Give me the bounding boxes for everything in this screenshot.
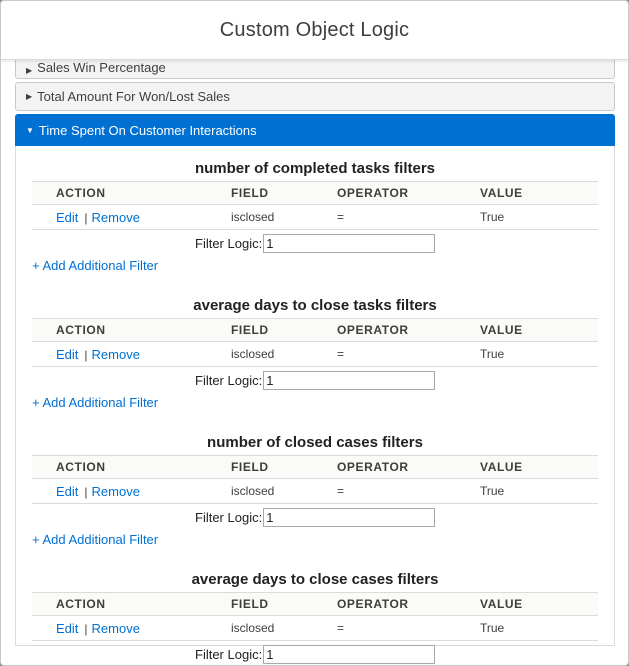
filter-logic-label: Filter Logic: <box>195 509 263 525</box>
action-separator: | <box>84 621 88 636</box>
filter-block: average days to close cases filters ACTI… <box>32 571 598 665</box>
table-row: Edit | Remove isclosed = True <box>32 204 598 230</box>
filter-logic-label: Filter Logic: <box>195 235 263 251</box>
add-additional-filter-link[interactable]: + Add Additional Filter <box>32 258 598 273</box>
edit-link[interactable]: Edit <box>56 210 78 225</box>
custom-object-logic-modal: Custom Object Logic ▶ Sales Win Percenta… <box>0 0 629 666</box>
table-header-row: ACTION FIELD OPERATOR VALUE <box>32 318 598 342</box>
filter-logic-input[interactable] <box>263 233 436 253</box>
action-separator: | <box>84 484 88 499</box>
operator-cell: = <box>337 341 480 367</box>
action-cell: Edit | Remove <box>32 204 231 230</box>
table-row: Edit | Remove isclosed = True <box>32 341 598 367</box>
caret-right-icon: ▶ <box>26 66 33 75</box>
filter-logic-input[interactable] <box>263 370 436 390</box>
filter-block: number of completed tasks filters ACTION… <box>32 160 598 273</box>
filter-title: number of closed cases filters <box>207 434 423 451</box>
field-cell: isclosed <box>231 615 337 641</box>
filter-table: ACTION FIELD OPERATOR VALUE Edit | Remove … <box>32 181 598 230</box>
operator-cell: = <box>337 204 480 230</box>
column-header-operator: OPERATOR <box>337 592 480 616</box>
add-additional-filter-link[interactable]: + Add Additional Filter <box>32 395 598 410</box>
filter-table: ACTION FIELD OPERATOR VALUE Edit | Remove … <box>32 318 598 367</box>
column-header-action: ACTION <box>32 181 231 205</box>
section-label: Sales Win Percentage <box>37 60 166 75</box>
filter-logic-row: Filter Logic: <box>32 643 598 665</box>
section-time-spent-customer-interactions[interactable]: ▼ Time Spent On Customer Interactions <box>15 114 615 146</box>
filter-logic-row: Filter Logic: <box>32 232 598 254</box>
field-cell: isclosed <box>231 478 337 504</box>
column-header-field: FIELD <box>231 592 337 616</box>
add-additional-filter-link[interactable]: + Add Additional Filter <box>32 532 598 547</box>
edit-link[interactable]: Edit <box>56 347 78 362</box>
field-cell: isclosed <box>231 204 337 230</box>
modal-title: Custom Object Logic <box>219 18 410 41</box>
remove-link[interactable]: Remove <box>92 621 140 636</box>
table-row: Edit | Remove isclosed = True <box>32 478 598 504</box>
action-separator: | <box>84 347 88 362</box>
filter-block: number of closed cases filters ACTION FI… <box>32 434 598 547</box>
column-header-action: ACTION <box>32 592 231 616</box>
edit-link[interactable]: Edit <box>56 621 78 636</box>
modal-header: Custom Object Logic <box>1 1 628 60</box>
filter-logic-label: Filter Logic: <box>195 646 263 662</box>
caret-right-icon: ▶ <box>26 92 33 101</box>
filter-block: average days to close tasks filters ACTI… <box>32 297 598 410</box>
action-separator: | <box>84 210 88 225</box>
section-label: Total Amount For Won/Lost Sales <box>37 89 230 104</box>
column-header-operator: OPERATOR <box>337 318 480 342</box>
column-header-action: ACTION <box>32 455 231 479</box>
column-header-value: VALUE <box>480 181 598 205</box>
filter-logic-input[interactable] <box>263 507 436 527</box>
action-cell: Edit | Remove <box>32 478 231 504</box>
filter-logic-input[interactable] <box>263 644 436 664</box>
remove-link[interactable]: Remove <box>92 484 140 499</box>
table-header-row: ACTION FIELD OPERATOR VALUE <box>32 592 598 616</box>
column-header-action: ACTION <box>32 318 231 342</box>
value-cell: True <box>480 204 598 230</box>
value-cell: True <box>480 478 598 504</box>
remove-link[interactable]: Remove <box>92 347 140 362</box>
table-header-row: ACTION FIELD OPERATOR VALUE <box>32 181 598 205</box>
section-content: number of completed tasks filters ACTION… <box>15 146 615 664</box>
table-row: Edit | Remove isclosed = True <box>32 615 598 641</box>
column-header-value: VALUE <box>480 318 598 342</box>
section-total-amount-won-lost[interactable]: ▶ Total Amount For Won/Lost Sales <box>15 82 615 111</box>
filter-table: ACTION FIELD OPERATOR VALUE Edit | Remove … <box>32 455 598 504</box>
filter-title: number of completed tasks filters <box>194 160 436 177</box>
section-label: Time Spent On Customer Interactions <box>38 122 257 138</box>
field-cell: isclosed <box>231 341 337 367</box>
column-header-field: FIELD <box>231 181 337 205</box>
filter-logic-row: Filter Logic: <box>32 369 598 391</box>
edit-link[interactable]: Edit <box>56 484 78 499</box>
column-header-value: VALUE <box>480 592 598 616</box>
filter-logic-row: Filter Logic: <box>32 506 598 528</box>
table-header-row: ACTION FIELD OPERATOR VALUE <box>32 455 598 479</box>
operator-cell: = <box>337 615 480 641</box>
filter-title: average days to close cases filters <box>191 571 439 588</box>
filter-logic-label: Filter Logic: <box>195 372 263 388</box>
column-header-field: FIELD <box>231 318 337 342</box>
value-cell: True <box>480 615 598 641</box>
action-cell: Edit | Remove <box>32 341 231 367</box>
column-header-operator: OPERATOR <box>337 455 480 479</box>
action-cell: Edit | Remove <box>32 615 231 641</box>
column-header-operator: OPERATOR <box>337 181 480 205</box>
column-header-value: VALUE <box>480 455 598 479</box>
column-header-field: FIELD <box>231 455 337 479</box>
caret-down-icon: ▼ <box>26 125 34 135</box>
operator-cell: = <box>337 478 480 504</box>
filter-title: average days to close tasks filters <box>193 297 437 314</box>
value-cell: True <box>480 341 598 367</box>
modal-body[interactable]: ▶ Sales Win Percentage ▶ Total Amount Fo… <box>15 52 615 664</box>
remove-link[interactable]: Remove <box>92 210 140 225</box>
filter-table: ACTION FIELD OPERATOR VALUE Edit | Remove … <box>32 592 598 641</box>
